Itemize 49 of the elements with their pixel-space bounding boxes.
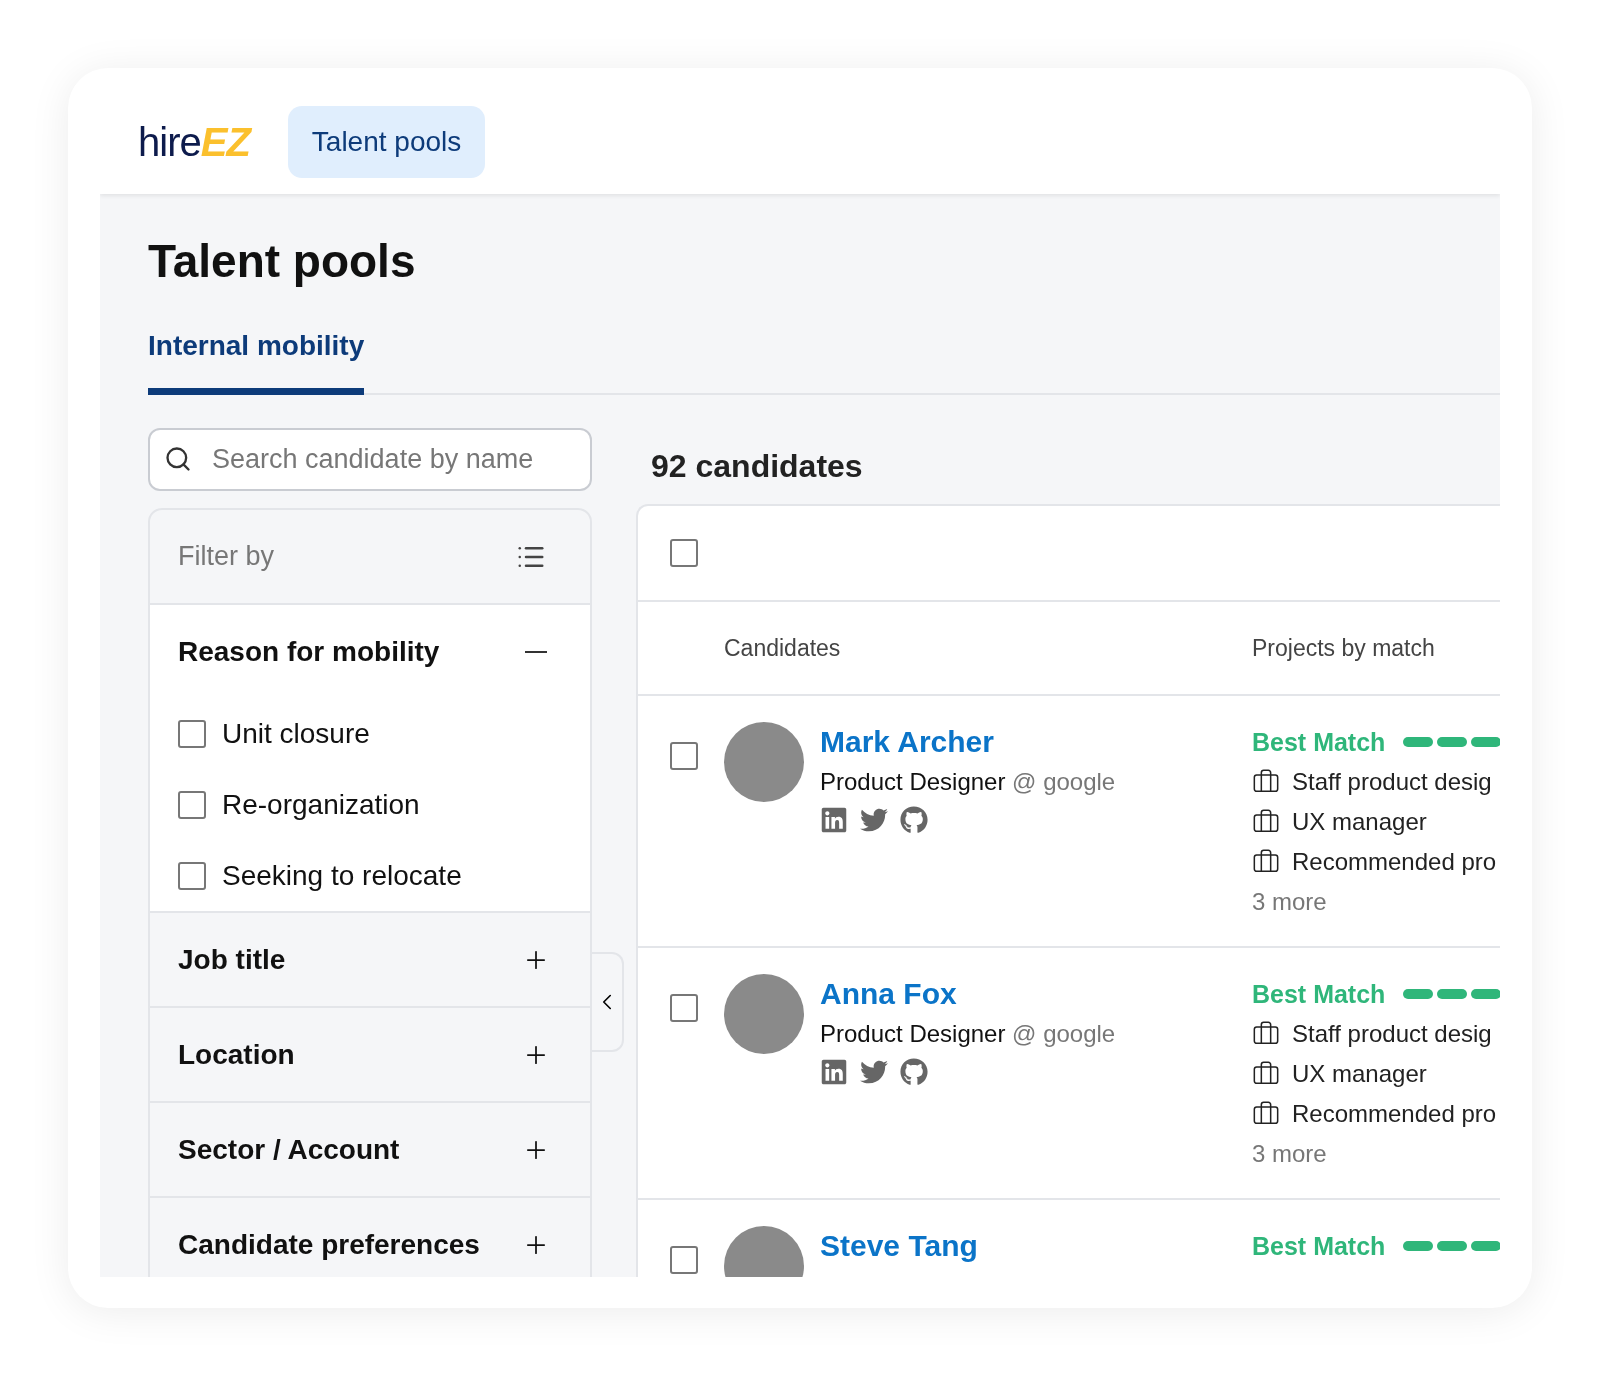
checkbox[interactable]	[670, 994, 698, 1022]
linkedin-icon[interactable]	[820, 1058, 848, 1086]
checkbox[interactable]	[670, 539, 698, 567]
project-item[interactable]: Staff product desig	[1252, 762, 1500, 802]
candidate-job: Product Designer @ google	[820, 768, 1117, 796]
search-icon	[164, 445, 192, 473]
candidate-name[interactable]: Steve Tang	[820, 1226, 1252, 1266]
tab[interactable]: Internal mobility	[148, 330, 365, 395]
linkedin-icon[interactable]	[820, 806, 848, 834]
candidate-name[interactable]: Anna Fox	[820, 974, 1252, 1014]
checkbox[interactable]	[178, 861, 206, 890]
match-label: Best Match	[1252, 727, 1386, 757]
match-label: Best Match	[1252, 1231, 1386, 1261]
page-title: Talent pools	[148, 234, 417, 288]
logo: hireEZ	[138, 119, 250, 165]
candidate-job: Product Designer @ google	[820, 1020, 1117, 1048]
filter-section-header[interactable]: Location	[178, 1008, 550, 1101]
filter-section-header[interactable]: Sector / Account	[178, 1103, 550, 1196]
project-item[interactable]: UX manager	[1252, 802, 1500, 842]
result-count: 92 candidates	[650, 446, 864, 486]
match-label: Best Match	[1252, 979, 1386, 1009]
checkbox[interactable]	[178, 790, 206, 819]
twitter-icon[interactable]	[860, 806, 888, 834]
checkbox[interactable]	[670, 742, 698, 770]
collapse-icon	[525, 650, 547, 653]
twitter-icon[interactable]	[860, 1058, 888, 1086]
filter-option[interactable]: Re-organization	[178, 769, 550, 840]
project-item[interactable]: UX manager	[1252, 1054, 1500, 1094]
column-header: Projects by match	[1252, 634, 1436, 662]
project-item[interactable]: Recommended pro	[1252, 842, 1500, 882]
github-icon[interactable]	[900, 806, 928, 834]
checkbox[interactable]	[178, 719, 206, 748]
filter-section-header[interactable]: Reason for mobility	[178, 605, 550, 698]
more-link[interactable]: 3 more	[1252, 882, 1500, 922]
filter-option[interactable]: Unit closure	[178, 698, 550, 769]
github-icon[interactable]	[900, 1058, 928, 1086]
project-item[interactable]: Staff product desig	[1252, 1014, 1500, 1054]
collapse-handle[interactable]	[592, 952, 624, 1052]
column-header: Candidates	[724, 634, 842, 662]
checkbox[interactable]	[670, 1246, 698, 1274]
candidate-name[interactable]: Mark Archer	[820, 722, 1252, 762]
filter-section-header[interactable]: Candidate preferences	[178, 1198, 550, 1277]
project-item[interactable]: Recommended pro	[1252, 1094, 1500, 1134]
filter-title: Filter by	[178, 541, 275, 572]
search-field[interactable]: Search candidate by name	[148, 428, 592, 491]
filter-section-header[interactable]: Job title	[178, 913, 550, 1006]
filter-option[interactable]: Seeking to relocate	[178, 840, 550, 911]
nav-button[interactable]: Talent pools	[287, 106, 486, 178]
more-link[interactable]: 3 more	[1252, 1134, 1500, 1174]
